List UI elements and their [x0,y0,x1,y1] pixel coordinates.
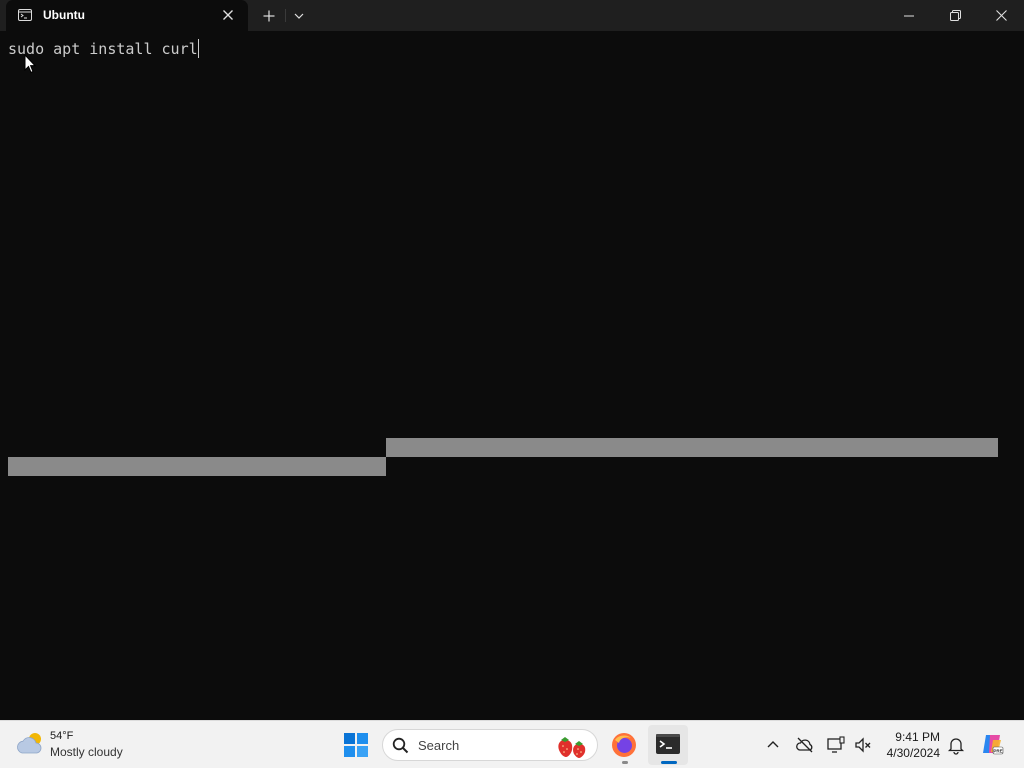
taskbar-search-box[interactable]: Search [382,729,598,761]
minimize-button[interactable] [886,0,932,31]
bell-icon[interactable] [946,735,966,755]
new-tab-button[interactable] [258,0,280,31]
windows-start-icon[interactable] [343,732,369,758]
terminal-icon [18,9,32,21]
command-line: sudo apt install curl [8,40,198,58]
plus-icon [263,10,275,21]
text-caret [198,39,199,58]
mouse-pointer-icon [24,54,36,74]
title-bar: Ubuntu [0,0,1024,31]
weather-temperature: 54°F [50,730,74,742]
chevron-down-icon [294,13,304,19]
minimize-icon [904,15,914,16]
tab-separator [285,9,286,22]
onedrive-offline-icon[interactable] [795,735,815,755]
running-indicator [622,761,628,764]
search-icon [392,737,409,754]
terminal-area[interactable]: sudo apt install curl [0,31,1024,720]
active-app-indicator [661,761,677,764]
weather-description: Mostly cloudy [50,745,123,759]
clock-date: 4/30/2024 [886,746,940,760]
selection-highlight [386,438,998,457]
firefox-icon[interactable] [611,732,637,758]
copilot-icon[interactable]: PRE [980,732,1004,756]
tab-ubuntu[interactable]: Ubuntu [6,0,248,31]
taskbar-terminal-button[interactable] [648,725,688,765]
partly-cloudy-icon [17,733,42,754]
svg-text:PRE: PRE [993,749,1002,754]
clock-time: 9:41 PM [895,730,940,744]
close-icon [995,10,1007,21]
tab-close-icon[interactable] [220,7,236,23]
strawberry-icon [558,737,586,758]
terminal-icon [656,734,680,754]
restore-icon [949,10,961,21]
selection-highlight [8,457,386,476]
taskbar: 54°F Mostly cloudy Search 9:41 PM 4/30/2… [0,720,1024,768]
tab-title: Ubuntu [43,8,85,22]
restore-button[interactable] [932,0,978,31]
search-label: Search [418,738,460,753]
chevron-up-icon[interactable] [763,735,783,755]
tab-dropdown-button[interactable] [289,0,309,31]
volume-muted-icon[interactable] [853,735,873,755]
display-icon[interactable] [826,735,846,755]
close-window-button[interactable] [978,0,1024,31]
